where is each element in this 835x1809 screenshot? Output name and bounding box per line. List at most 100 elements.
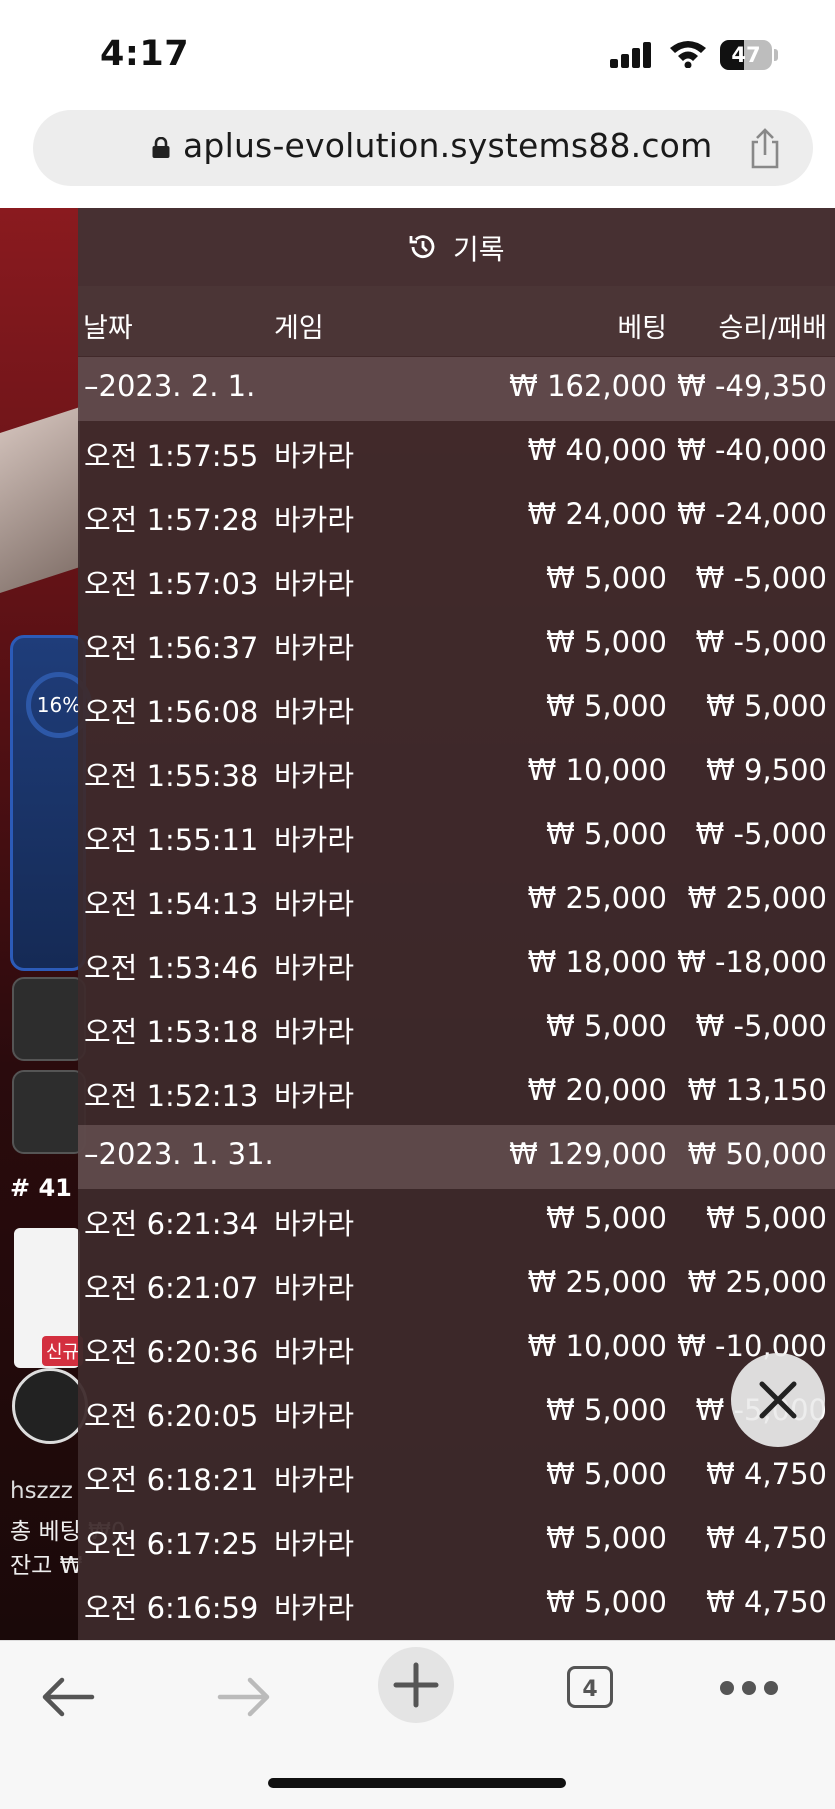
forward-arrow-icon[interactable] xyxy=(208,1667,278,1727)
row-game: 바카라 xyxy=(274,695,355,729)
row-bet: ₩ 5,000 xyxy=(546,817,667,851)
address-bar[interactable]: aplus-evolution.systems88.com xyxy=(33,110,813,186)
date-group-row[interactable]: –2023. 2. 1. ₩ 162,000 ₩ -49,350 xyxy=(78,357,835,421)
row-result: ₩ -5,000 xyxy=(695,817,827,851)
row-time: 오전 1:53:46 xyxy=(84,951,259,985)
history-row[interactable]: 오전 1:53:46 바카라 ₩ 18,000 ₩ -18,000 xyxy=(78,933,835,997)
more-menu-icon[interactable] xyxy=(720,1681,780,1697)
battery-level: 47 xyxy=(731,43,761,67)
row-bet: ₩ 5,000 xyxy=(546,689,667,723)
card-shoe-image xyxy=(0,407,80,593)
round-label: # 41 xyxy=(10,1174,72,1202)
chip-button[interactable] xyxy=(12,1368,88,1444)
player-bet-button[interactable] xyxy=(12,977,86,1061)
history-row[interactable]: 오전 1:57:28 바카라 ₩ 24,000 ₩ -24,000 xyxy=(78,485,835,549)
new-tab-button[interactable] xyxy=(378,1647,454,1723)
tab-switcher-button[interactable]: 4 xyxy=(567,1666,613,1708)
history-row[interactable]: 오전 1:57:03 바카라 ₩ 5,000 ₩ -5,000 xyxy=(78,549,835,613)
status-bar: 4:17 47 xyxy=(0,0,835,105)
back-arrow-icon[interactable] xyxy=(34,1667,104,1727)
group-total-bet: ₩ 162,000 xyxy=(509,369,667,403)
history-row[interactable]: 오전 6:20:05바카라₩ 5,000₩ -5,000 xyxy=(78,1381,835,1445)
row-time: 오전 1:55:38 xyxy=(84,759,259,793)
history-icon xyxy=(409,235,435,259)
row-game: 바카라 xyxy=(274,567,355,601)
battery-icon: 47 xyxy=(720,40,772,70)
row-result: ₩ -18,000 xyxy=(677,945,827,979)
history-row[interactable]: 오전 6:21:34 바카라 ₩ 5,000 ₩ 5,000 xyxy=(78,1189,835,1253)
history-row[interactable]: 오전 1:56:08 바카라 ₩ 5,000 ₩ 5,000 xyxy=(78,677,835,741)
row-result: ₩ 9,500 xyxy=(706,753,827,787)
history-row[interactable]: 오전 1:52:13 바카라 ₩ 20,000 ₩ 13,150 xyxy=(78,1061,835,1125)
row-result: ₩ -40,000 xyxy=(677,433,827,467)
row-result: ₩ 5,000 xyxy=(706,689,827,723)
row-result: ₩ 25,000 xyxy=(687,1265,827,1299)
row-bet: ₩ 24,000 xyxy=(527,497,667,531)
group-date: –2023. 2. 1. xyxy=(84,369,256,403)
history-row[interactable]: 오전 1:55:38 바카라 ₩ 10,000 ₩ 9,500 xyxy=(78,741,835,805)
row-game: 바카라 xyxy=(274,1079,355,1113)
row-bet: ₩ 5,000 xyxy=(546,1009,667,1043)
history-row[interactable]: 오전 6:17:25 바카라 ₩ 5,000 ₩ 4,750 xyxy=(78,1509,835,1573)
row-game: 바카라 xyxy=(274,951,355,985)
group-total-bet: ₩ 129,000 xyxy=(509,1137,667,1171)
plus-icon xyxy=(393,1662,439,1708)
row-bet: ₩ 25,000 xyxy=(527,881,667,915)
url-text[interactable]: aplus-evolution.systems88.com xyxy=(183,126,712,165)
row-result: ₩ 4,750 xyxy=(706,1585,827,1619)
history-row[interactable]: 오전 6:16:59 바카라 ₩ 5,000 ₩ 4,750 xyxy=(78,1573,835,1637)
row-time: 오전 6:21:34 xyxy=(84,1207,259,1241)
history-row[interactable]: 오전 1:54:13 바카라 ₩ 25,000 ₩ 25,000 xyxy=(78,869,835,933)
side-bet-button[interactable] xyxy=(12,1070,86,1154)
history-row[interactable]: 오전 6:18:21 바카라 ₩ 5,000 ₩ 4,750 xyxy=(78,1445,835,1509)
row-bet: ₩ 10,000 xyxy=(527,753,667,787)
row-time: 오전 1:52:13 xyxy=(84,1079,259,1113)
row-game: 바카라 xyxy=(274,439,355,473)
row-time: 오전 6:21:07 xyxy=(84,1271,259,1305)
row-time: 오전 1:56:37 xyxy=(84,631,259,665)
row-result: ₩ -5,000 xyxy=(695,1009,827,1043)
close-button[interactable] xyxy=(731,1353,825,1447)
history-row[interactable]: 오전 6:21:07 바카라 ₩ 25,000 ₩ 25,000 xyxy=(78,1253,835,1317)
row-game: 바카라 xyxy=(274,1207,355,1241)
row-game: 바카라 xyxy=(274,823,355,857)
column-game: 게임 xyxy=(274,313,324,344)
history-row[interactable]: 오전 1:56:37 바카라 ₩ 5,000 ₩ -5,000 xyxy=(78,613,835,677)
history-row[interactable]: 오전 1:55:11 바카라 ₩ 5,000 ₩ -5,000 xyxy=(78,805,835,869)
row-bet: ₩ 5,000 xyxy=(546,1393,667,1427)
lock-icon xyxy=(152,137,170,158)
row-bet: ₩ 40,000 xyxy=(527,433,667,467)
row-time: 오전 1:54:13 xyxy=(84,887,259,921)
history-row[interactable]: 오전 6:20:36 바카라 ₩ 10,000 ₩ -10,000 xyxy=(78,1317,835,1381)
row-result: ₩ -5,000 xyxy=(695,561,827,595)
row-bet: ₩ 18,000 xyxy=(527,945,667,979)
date-group-row[interactable]: –2023. 1. 31. ₩ 129,000 ₩ 50,000 xyxy=(78,1125,835,1189)
group-total-result: ₩ -49,350 xyxy=(677,369,827,403)
group-date: –2023. 1. 31. xyxy=(84,1137,274,1171)
share-icon[interactable] xyxy=(745,128,785,170)
row-time: 오전 6:17:25 xyxy=(84,1527,259,1561)
row-game: 바카라 xyxy=(274,1399,355,1433)
battery-tip xyxy=(774,49,778,61)
status-time: 4:17 xyxy=(100,34,190,74)
column-date: 날짜 xyxy=(83,313,133,344)
wifi-icon xyxy=(670,41,706,68)
row-bet: ₩ 5,000 xyxy=(546,1457,667,1491)
row-time: 오전 1:55:11 xyxy=(84,823,259,857)
row-bet: ₩ 10,000 xyxy=(527,1329,667,1363)
history-row[interactable]: 오전 1:57:55 바카라 ₩ 40,000 ₩ -40,000 xyxy=(78,421,835,485)
row-game: 바카라 xyxy=(274,1335,355,1369)
history-panel: 기록 날짜 게임 베팅 승리/패배 –2023. 2. 1. ₩ 162,000 ₩… xyxy=(78,208,835,1640)
history-title: 기록 xyxy=(453,233,505,266)
row-game: 바카라 xyxy=(274,759,355,793)
row-result: ₩ -5,000 xyxy=(695,625,827,659)
new-badge: 신규 xyxy=(42,1336,84,1366)
row-time: 오전 6:20:05 xyxy=(84,1399,259,1433)
history-column-header: 날짜 게임 베팅 승리/패배 xyxy=(78,286,835,356)
row-game: 바카라 xyxy=(274,1591,355,1625)
close-icon xyxy=(759,1381,797,1419)
username: hszzz xyxy=(10,1478,73,1504)
row-time: 오전 6:20:36 xyxy=(84,1335,259,1369)
history-row[interactable]: 오전 1:53:18 바카라 ₩ 5,000 ₩ -5,000 xyxy=(78,997,835,1061)
row-bet: ₩ 5,000 xyxy=(546,1585,667,1619)
